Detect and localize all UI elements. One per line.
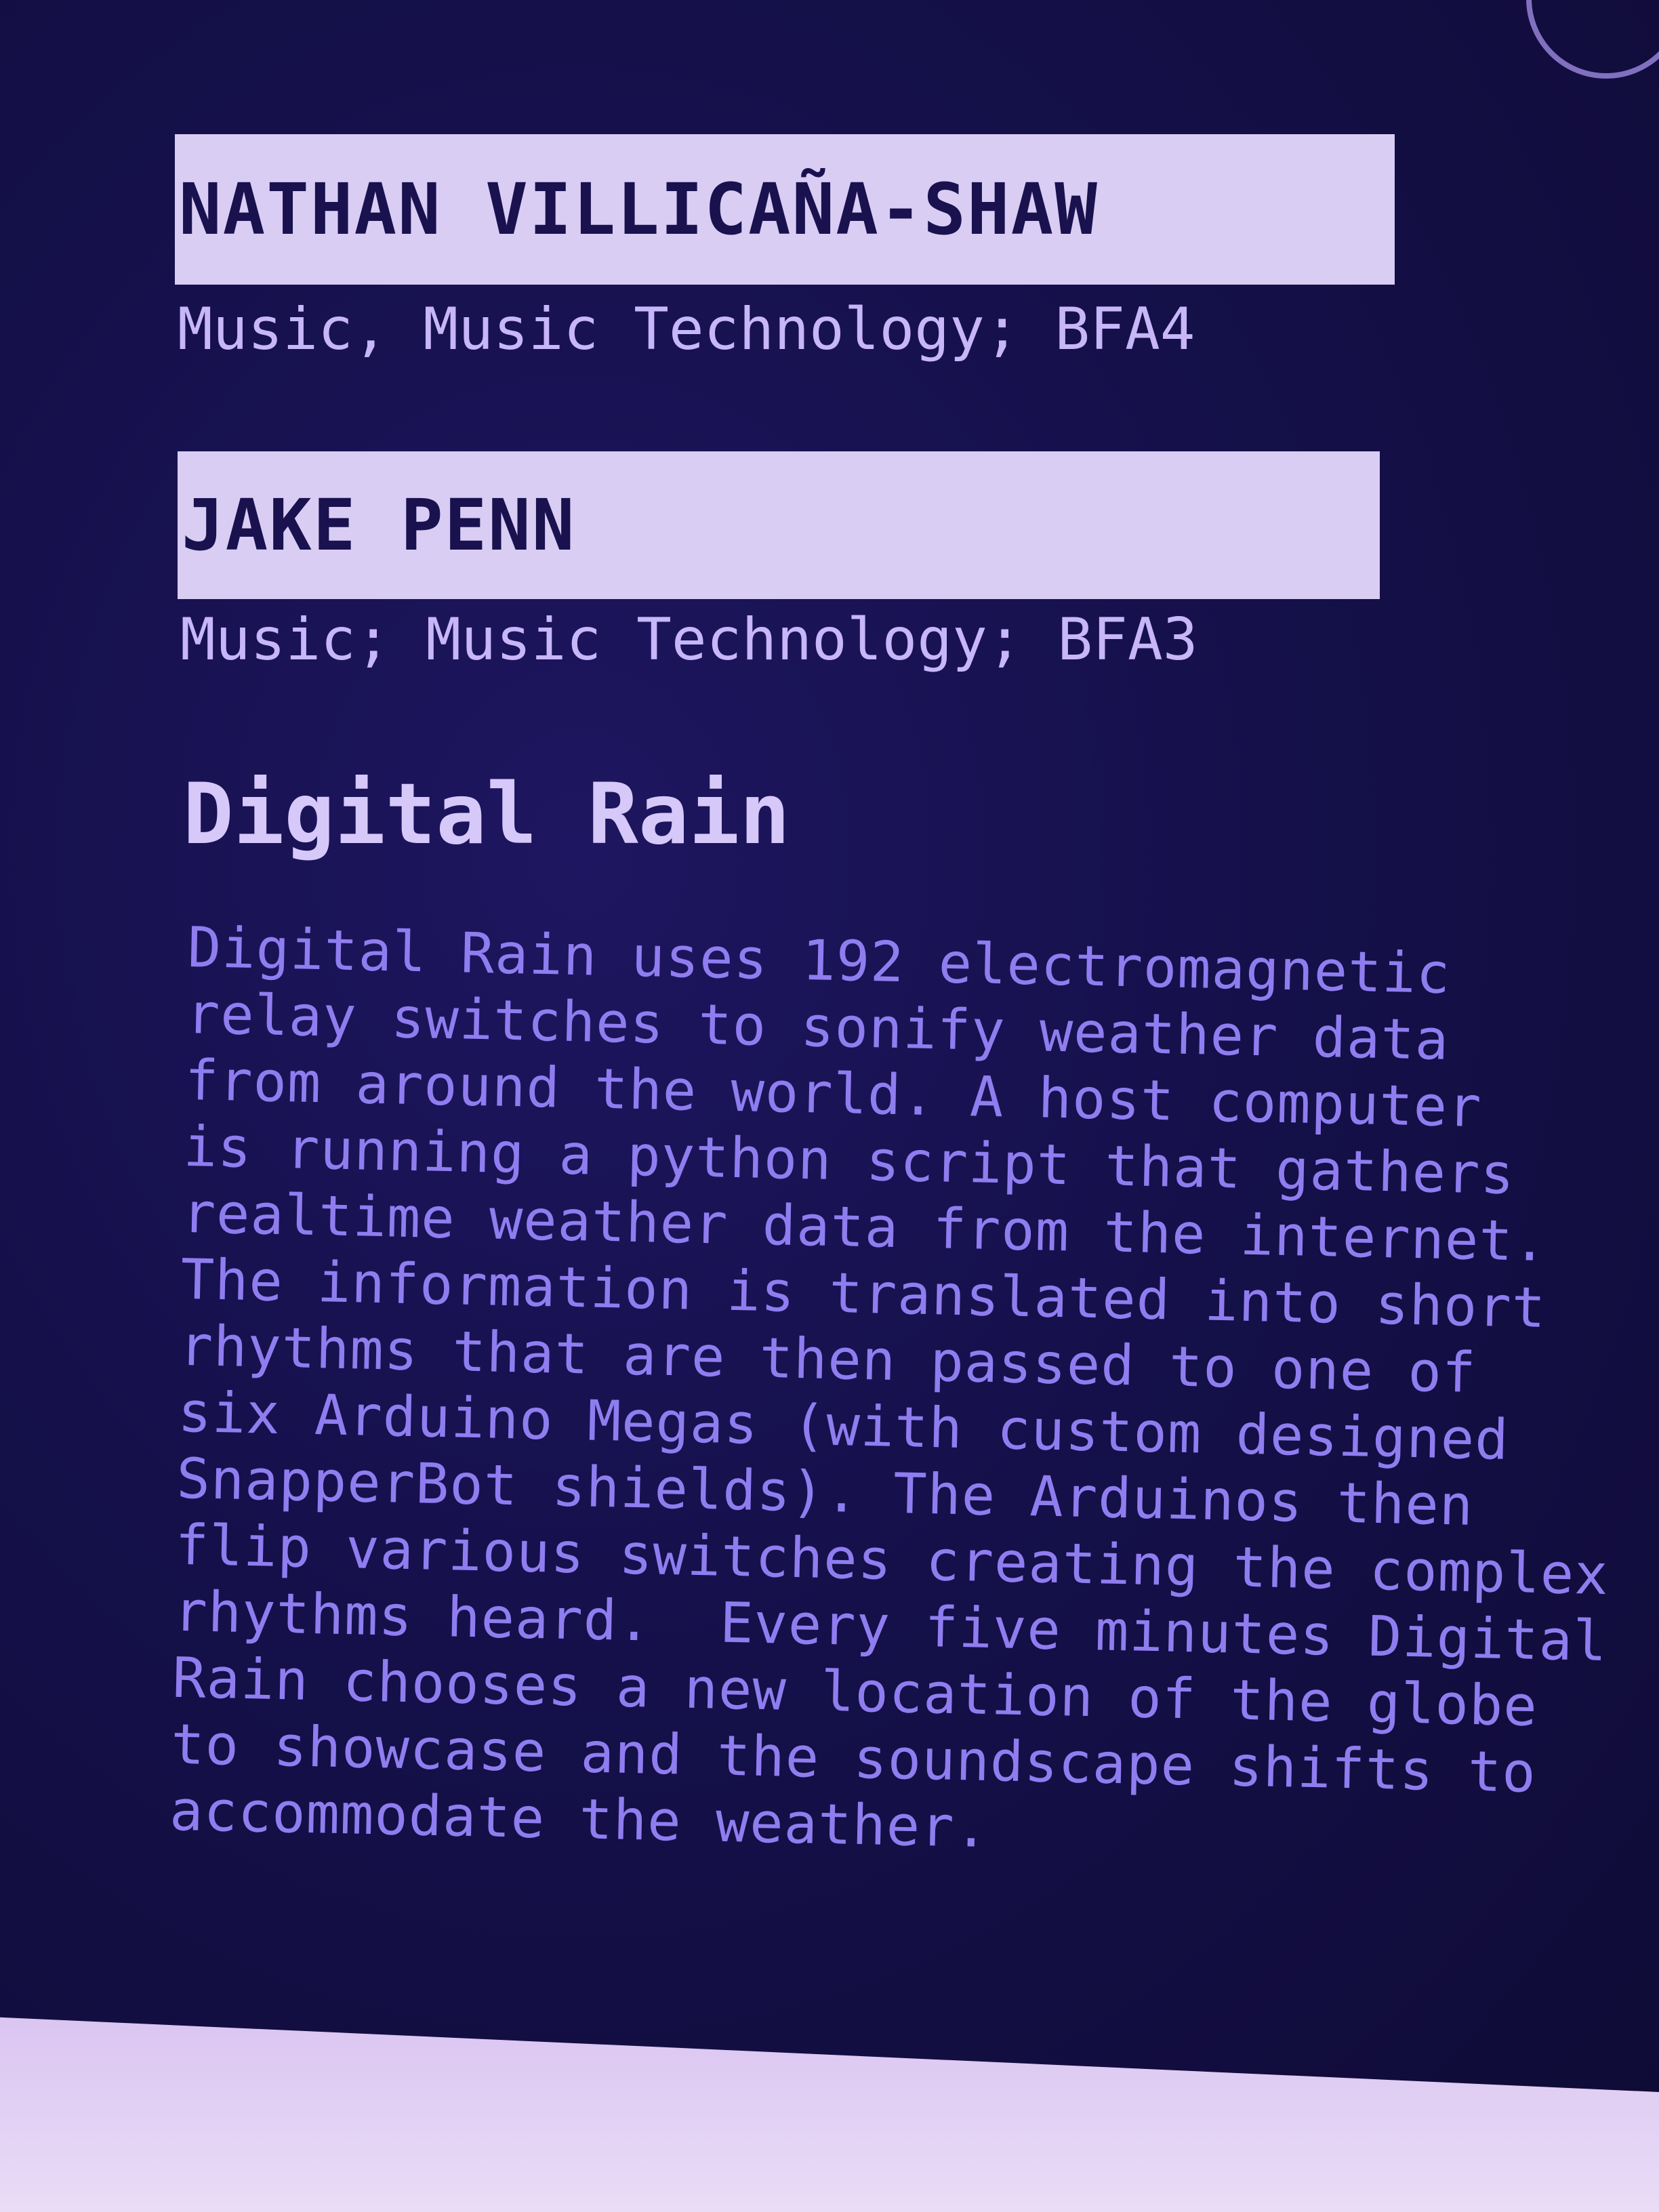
project-title: Digital Rain <box>183 766 790 863</box>
artist-name-1: NATHAN VILLICAÑA-SHAW <box>175 134 1395 285</box>
artist-program-2: Music; Music Technology; BFA3 <box>180 606 1198 674</box>
artist-name-2-text: JAKE PENN <box>182 484 576 567</box>
exhibit-placard: NATHAN VILLICAÑA-SHAW Music, Music Techn… <box>0 0 1659 2092</box>
circle-logo-icon <box>1526 0 1659 79</box>
artist-name-1-text: NATHAN VILLICAÑA-SHAW <box>179 168 1099 251</box>
project-description: Digital Rain uses 192 electromagnetic re… <box>169 915 1611 1875</box>
artist-name-2: JAKE PENN <box>178 451 1380 599</box>
artist-program-1: Music, Music Technology; BFA4 <box>178 295 1195 363</box>
